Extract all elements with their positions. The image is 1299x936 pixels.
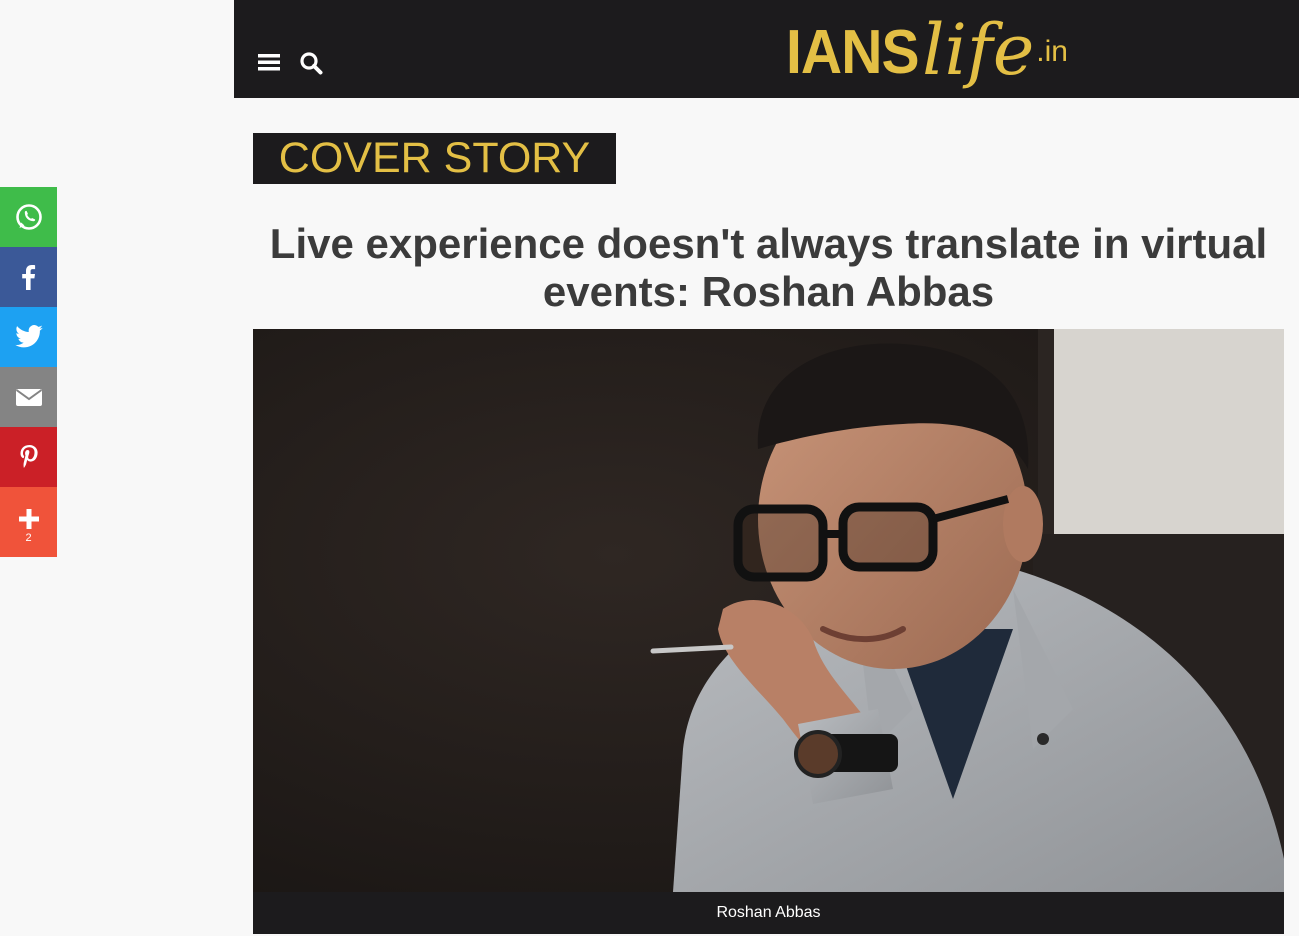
- portrait-illustration: [253, 329, 1284, 892]
- pinterest-share-button[interactable]: [0, 427, 57, 487]
- article-headline: Live experience doesn't always translate…: [269, 220, 1268, 315]
- logo-ians-text: IANS: [786, 18, 920, 87]
- more-share-button[interactable]: 2: [0, 487, 57, 557]
- site-logo[interactable]: IANS life .in: [786, 8, 1068, 88]
- email-icon: [15, 389, 42, 406]
- email-share-button[interactable]: [0, 367, 57, 427]
- share-count: 2: [25, 531, 32, 544]
- logo-domain-text: .in: [1036, 35, 1068, 68]
- plus-icon: [18, 508, 39, 529]
- facebook-icon: [21, 265, 35, 290]
- article-hero-image: [253, 329, 1284, 892]
- hamburger-menu-icon[interactable]: [258, 52, 280, 72]
- whatsapp-icon: [15, 204, 42, 230]
- logo-life-text: life: [922, 9, 1035, 91]
- image-caption: Roshan Abbas: [253, 892, 1284, 934]
- search-icon[interactable]: [299, 51, 323, 75]
- facebook-share-button[interactable]: [0, 247, 57, 307]
- twitter-icon: [14, 325, 43, 348]
- whatsapp-share-button[interactable]: [0, 187, 57, 247]
- social-share-bar: 2: [0, 187, 57, 557]
- category-label[interactable]: COVER STORY: [253, 133, 616, 184]
- pinterest-icon: [20, 445, 38, 468]
- twitter-share-button[interactable]: [0, 307, 57, 367]
- site-header: IANS life .in: [234, 0, 1299, 98]
